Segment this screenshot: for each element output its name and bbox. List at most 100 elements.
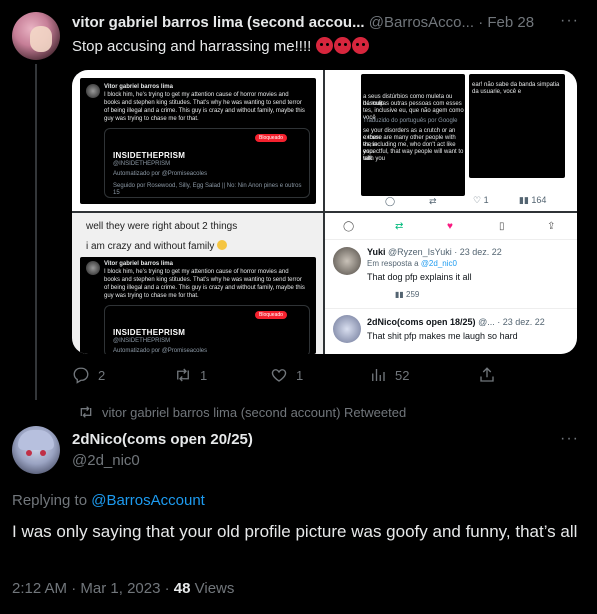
card-avatar xyxy=(86,84,100,98)
q4-share-icon: ⇪ xyxy=(547,221,556,232)
avatar[interactable] xyxy=(12,12,60,60)
q2-retweet-icon: ⇄ xyxy=(429,196,437,206)
screenshot-right: ear! não sabe da banda simpatia da usuar… xyxy=(469,74,565,178)
views-icon xyxy=(372,369,385,381)
card-text-2: books and stephen king stitudes. That's … xyxy=(104,100,302,106)
reply2-name: 2dNico(coms open 18/25) xyxy=(367,317,476,327)
chat-snippet: well they were right about 2 things i am… xyxy=(72,213,323,257)
share-icon xyxy=(480,367,494,382)
meta-sep: · xyxy=(164,580,170,597)
card-text-3: of being illegal and a crime. This guy i… xyxy=(104,108,305,114)
avatar-eye xyxy=(26,450,32,456)
more-icon[interactable]: ··· xyxy=(560,12,579,30)
separator: · xyxy=(478,14,484,31)
q4-reply-1: Yuki @Ryzen_IsYuki · 23 dez. 22 Em respo… xyxy=(325,243,577,309)
views-label: Views xyxy=(194,580,235,597)
retweet-count: 1 xyxy=(200,367,208,383)
tweet-time[interactable]: 2:12 AM xyxy=(12,580,67,597)
q4-action-row: ◯ ⇄ ♥ ▯ ⇪ xyxy=(325,213,577,240)
tweet-date[interactable]: Mar 1, 2023 xyxy=(80,580,160,597)
meta-sep: · xyxy=(71,580,77,597)
avatar-hair xyxy=(18,430,54,450)
tweet-header: vitor gabriel barros lima (second accou.… xyxy=(72,14,572,34)
reply2-text: That shit pfp makes me laugh so hard xyxy=(367,331,518,341)
q2-views-count: 164 xyxy=(531,195,547,205)
retweeted-label[interactable]: vitor gabriel barros lima (second accoun… xyxy=(78,405,406,420)
like-button[interactable]: 1 xyxy=(270,366,303,384)
q2-text-1: ear! não sabe da banda simpatia da usuar… xyxy=(472,82,560,95)
chat-line-1: well they were right about 2 things xyxy=(86,221,238,232)
more-icon[interactable]: ··· xyxy=(560,430,579,448)
q2-likes: ♡ 1 xyxy=(473,195,489,205)
card-text-4: guy was trying to chase me for that. xyxy=(104,293,199,299)
avatar[interactable] xyxy=(12,426,60,474)
tweet-text: Stop accusing and harrassing me!!!! xyxy=(72,37,370,55)
reply1-date: 23 dez. 22 xyxy=(459,247,502,257)
nico-avatar xyxy=(333,315,361,343)
angry-face-icon xyxy=(352,37,370,54)
retweeted-text: vitor gabriel barros lima (second accoun… xyxy=(102,405,407,420)
reply1-name: Yuki xyxy=(367,247,386,257)
card-text-1: I block him, he's trying to get my atten… xyxy=(104,269,289,275)
media-grid[interactable]: Vitor gabriel barros lima I block him, h… xyxy=(72,70,577,354)
media-image-2[interactable]: a seus distúrbios como muleta ou desculp… xyxy=(325,70,577,211)
retweet-icon xyxy=(177,368,189,382)
media-image-1[interactable]: Vitor gabriel barros lima I block him, h… xyxy=(72,70,323,211)
media-image-4[interactable]: ◯ ⇄ ♥ ▯ ⇪ Yuki @Ryzen_IsYuki · 23 dez. 2… xyxy=(325,213,577,354)
reply1-sep: · xyxy=(454,247,458,257)
q2-likes-count: 1 xyxy=(483,195,489,205)
angry-face-icon xyxy=(334,37,352,54)
auto-label: Automatizado por @Promiseacoles xyxy=(113,171,208,177)
media-image-3[interactable]: well they were right about 2 things i am… xyxy=(72,213,323,354)
reply1-views: ▮▮ 259 xyxy=(395,290,420,299)
author-name[interactable]: vitor gabriel barros lima (second accou.… xyxy=(72,14,365,31)
screenshot-left: a seus distúrbios como muleta ou desculp… xyxy=(361,74,465,196)
blocked-badge: Bloqueado xyxy=(255,311,287,319)
thread-line xyxy=(35,64,37,400)
auto-label: Automatizado por @Promiseacoles xyxy=(113,348,208,354)
reply2-sep: · xyxy=(497,317,501,327)
q4-bookmark-icon: ▯ xyxy=(499,221,505,232)
views-button[interactable]: 52 xyxy=(369,366,409,384)
views-count: 48 xyxy=(173,580,191,597)
replying-prefix: Replying to xyxy=(12,492,88,509)
views-count: 52 xyxy=(395,367,410,383)
q4-retweet-icon: ⇄ xyxy=(395,221,404,232)
screenshot-card-2: Vitor gabriel barros lima I block him, h… xyxy=(80,257,316,354)
card-author: Vitor gabriel barros lima xyxy=(104,84,173,90)
reply-button[interactable]: 2 xyxy=(72,366,105,384)
q2-translated: Traduzido do português por Google xyxy=(363,118,458,124)
card-avatar xyxy=(86,261,100,275)
reply1-replying: Em resposta a @2d_nic0 xyxy=(367,259,457,268)
share-button[interactable] xyxy=(478,366,496,384)
quoted-profile: Bloqueado INSIDETHEPRISM @INSIDETHEPRISM… xyxy=(104,128,310,198)
reply1-replying-to: @2d_nic0 xyxy=(420,259,457,268)
reply2-handle: @... xyxy=(478,317,495,327)
profile-handle: @INSIDETHEPRISM xyxy=(113,338,171,344)
tweet-1[interactable]: vitor gabriel barros lima (second accou.… xyxy=(0,0,597,400)
screenshot-card: Vitor gabriel barros lima I block him, h… xyxy=(80,78,316,204)
replying-to: Replying to @BarrosAccount xyxy=(12,492,205,509)
profile-handle: @INSIDETHEPRISM xyxy=(113,161,171,167)
tweet-date[interactable]: Feb 28 xyxy=(487,14,534,31)
q4-like-icon: ♥ xyxy=(447,221,453,232)
reply-icon xyxy=(73,367,89,384)
tweet-text-content: Stop accusing and harrassing me!!!! xyxy=(72,38,312,55)
avatar-image xyxy=(30,26,52,52)
reply1-views-count: 259 xyxy=(406,290,420,299)
author-name[interactable]: 2dNico(coms open 20/25) xyxy=(72,431,253,448)
like-icon xyxy=(271,369,287,382)
tweet-meta: 2:12 AM · Mar 1, 2023 · 48 Views xyxy=(12,580,234,597)
retweet-button[interactable]: 1 xyxy=(174,366,207,384)
blocked-badge: Bloqueado xyxy=(255,134,287,142)
q2-reply-icon: ◯ xyxy=(385,196,396,206)
reply-count: 2 xyxy=(98,367,106,383)
reply2-header: 2dNico(coms open 18/25) @... · 23 dez. 2… xyxy=(367,317,545,327)
dog-avatar xyxy=(333,247,361,275)
tweet1-actions: 2 1 1 52 xyxy=(72,366,577,388)
chat-line-2: i am crazy and without family xyxy=(86,240,228,252)
replying-to-link[interactable]: @BarrosAccount xyxy=(91,492,205,509)
tweet-text: I was only saying that your old profile … xyxy=(12,522,578,541)
author-handle[interactable]: @2d_nic0 xyxy=(72,452,140,469)
author-handle[interactable]: @BarrosAcco... xyxy=(369,14,474,31)
